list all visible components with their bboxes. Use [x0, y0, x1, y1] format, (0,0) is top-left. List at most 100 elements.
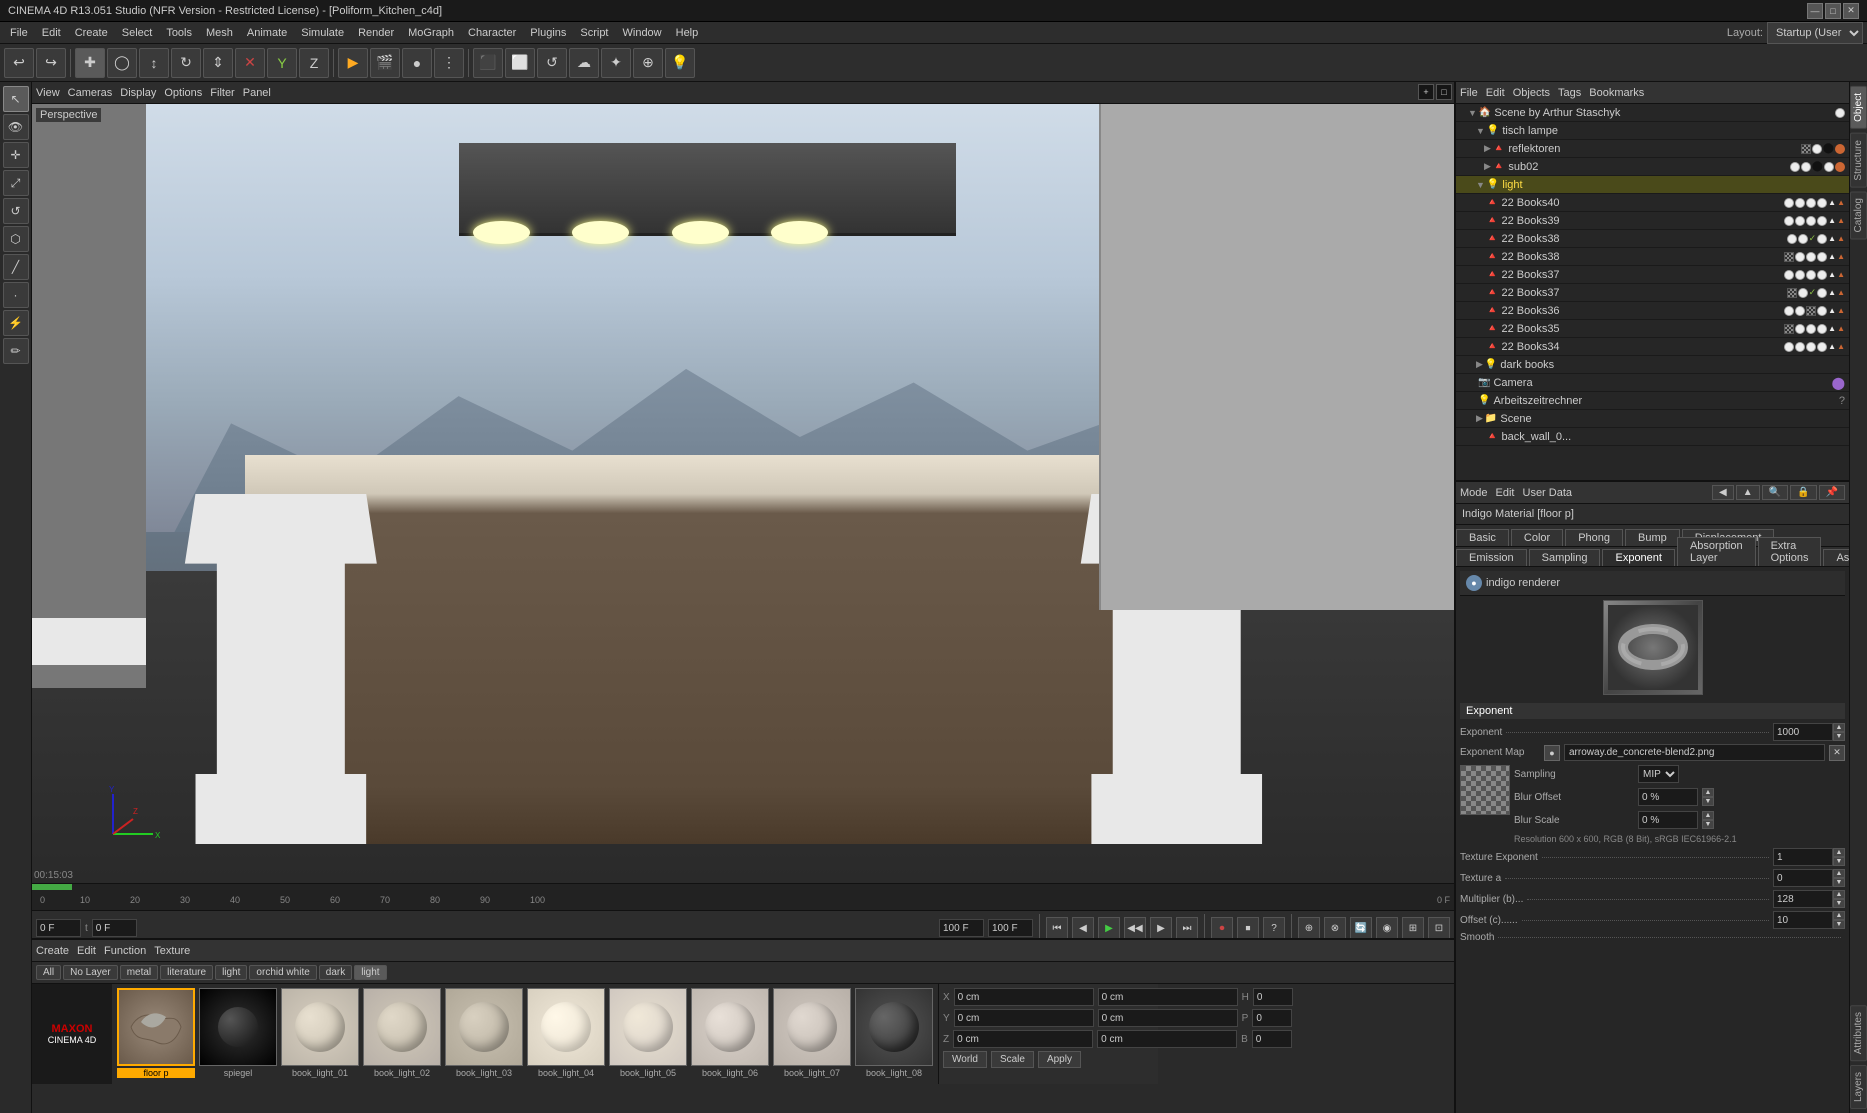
stepper-up[interactable]: ▲ [1833, 723, 1845, 732]
material-item-book-light-08[interactable]: book_light_08 [854, 988, 934, 1080]
obj-btn2[interactable]: ⬜ [505, 48, 535, 78]
texture-a-input[interactable] [1773, 869, 1833, 887]
tab-assign[interactable]: Assign [1823, 549, 1849, 566]
b-input[interactable] [1252, 1030, 1292, 1048]
offset-input[interactable] [1773, 911, 1833, 929]
filter-no-layer[interactable]: No Layer [63, 965, 118, 980]
y-button[interactable]: Y [267, 48, 297, 78]
rotate-button[interactable]: ↻ [171, 48, 201, 78]
z-size-input[interactable] [1097, 1030, 1237, 1048]
mat-toolbar-texture[interactable]: Texture [154, 945, 190, 957]
obj-btn4[interactable]: ☁ [569, 48, 599, 78]
filter-metal[interactable]: metal [120, 965, 158, 980]
mat-toolbar-function[interactable]: Function [104, 945, 146, 957]
attr-menu-edit[interactable]: Edit [1496, 487, 1515, 499]
key-button6[interactable]: ⊡ [1428, 917, 1450, 939]
filter-orchid[interactable]: orchid white [249, 965, 316, 980]
viewport-menu-view[interactable]: View [36, 87, 60, 99]
material-item-floor-p[interactable]: floor p [116, 988, 196, 1080]
obj-menu-file[interactable]: File [1460, 87, 1478, 99]
go-start-button[interactable]: ⏮ [1046, 917, 1068, 939]
attr-btn5[interactable]: 📌 [1819, 485, 1845, 500]
obj-menu-objects[interactable]: Objects [1513, 87, 1550, 99]
blur-offset-input[interactable] [1638, 788, 1698, 806]
obj-btn7[interactable]: 💡 [665, 48, 695, 78]
scale-button[interactable]: ⇕ [203, 48, 233, 78]
tab-phong[interactable]: Phong [1565, 529, 1623, 546]
minimize-button[interactable]: — [1807, 3, 1823, 19]
viewport-expand-button[interactable]: + [1418, 84, 1434, 100]
cancel-button[interactable]: ✕ [235, 48, 265, 78]
menu-mesh[interactable]: Mesh [200, 25, 239, 41]
attr-btn3[interactable]: 🔍 [1762, 485, 1788, 500]
obj-row-books37b[interactable]: 🔺 22 Books37 ✓ ▲ ▲ [1456, 284, 1849, 302]
filter-dark[interactable]: dark [319, 965, 352, 980]
obj-btn5[interactable]: ✦ [601, 48, 631, 78]
key-button5[interactable]: ⊞ [1402, 917, 1424, 939]
viewport-menu-panel[interactable]: Panel [243, 87, 271, 99]
x-size-input[interactable] [1098, 988, 1238, 1006]
y-size-input[interactable] [1098, 1009, 1238, 1027]
attr-menu-userdata[interactable]: User Data [1523, 487, 1573, 499]
view-tool[interactable]: 👁 [3, 114, 29, 140]
menu-edit[interactable]: Edit [36, 25, 67, 41]
key-button2[interactable]: ⊗ [1324, 917, 1346, 939]
tab-sampling[interactable]: Sampling [1529, 549, 1601, 566]
obj-btn3[interactable]: ↺ [537, 48, 567, 78]
tab-emission[interactable]: Emission [1456, 549, 1527, 566]
menu-window[interactable]: Window [617, 25, 668, 41]
attr-menu-mode[interactable]: Mode [1460, 487, 1488, 499]
y-pos-input[interactable] [954, 1009, 1094, 1027]
t-frame-input[interactable] [92, 919, 137, 937]
new-object-button[interactable]: ✚ [75, 48, 105, 78]
material-item-book-light-03[interactable]: book_light_03 [444, 988, 524, 1080]
edge-tool[interactable]: ╱ [3, 254, 29, 280]
tab-color[interactable]: Color [1511, 529, 1563, 546]
blur-scale-stepper[interactable]: ▲▼ [1702, 811, 1714, 829]
obj-row-books39[interactable]: 🔺 22 Books39 ▲ ▲ [1456, 212, 1849, 230]
filter-all[interactable]: All [36, 965, 61, 980]
material-item-book-light-04[interactable]: book_light_04 [526, 988, 606, 1080]
multiplier-input[interactable] [1773, 890, 1833, 908]
filter-literature[interactable]: literature [160, 965, 213, 980]
obj-row-books40[interactable]: 🔺 22 Books40 ▲ ▲ [1456, 194, 1849, 212]
obj-row-books35[interactable]: 🔺 22 Books35 ▲ ▲ [1456, 320, 1849, 338]
start-frame-input[interactable] [939, 919, 984, 937]
exponent-map-file-input[interactable] [1564, 744, 1825, 761]
map-link-button[interactable]: ● [1544, 745, 1560, 761]
obj-row-books38a[interactable]: 🔺 22 Books38 ✓ ▲ ▲ [1456, 230, 1849, 248]
viewport-menu-filter[interactable]: Filter [210, 87, 234, 99]
obj-row-camera[interactable]: 📷 Camera ⬤ [1456, 374, 1849, 392]
z-button[interactable]: Z [299, 48, 329, 78]
go-end-button[interactable]: ⏭ [1176, 917, 1198, 939]
z-pos-input[interactable] [953, 1030, 1093, 1048]
viewport-maximize-button[interactable]: □ [1436, 84, 1452, 100]
side-tab-layers[interactable]: Layers [1850, 1065, 1867, 1109]
attr-btn1[interactable]: ◀ [1712, 485, 1734, 500]
poly-tool[interactable]: ⬡ [3, 226, 29, 252]
point-tool[interactable]: · [3, 282, 29, 308]
key-button3[interactable]: 🔄 [1350, 917, 1372, 939]
tab-absorption[interactable]: Absorption Layer [1677, 537, 1756, 566]
stepper-down[interactable]: ▼ [1833, 732, 1845, 741]
stop-button[interactable]: ⏹ [1237, 917, 1259, 939]
obj-row-tischlampe[interactable]: ▼ 💡 tisch lampe [1456, 122, 1849, 140]
obj-btn6[interactable]: ⊕ [633, 48, 663, 78]
map-clear-button[interactable]: ✕ [1829, 745, 1845, 761]
obj-row-back-wall[interactable]: 🔺 back_wall_0... [1456, 428, 1849, 446]
obj-menu-edit[interactable]: Edit [1486, 87, 1505, 99]
tab-bump[interactable]: Bump [1625, 529, 1680, 546]
side-tab-attributes[interactable]: Attributes [1850, 1005, 1867, 1061]
material-item-book-light-02[interactable]: book_light_02 [362, 988, 442, 1080]
scale-tool[interactable]: ⤢ [3, 170, 29, 196]
menu-render[interactable]: Render [352, 25, 400, 41]
tab-extra-options[interactable]: Extra Options [1758, 537, 1822, 566]
menu-plugins[interactable]: Plugins [524, 25, 572, 41]
timeline-ruler[interactable]: 0 10 20 30 40 50 60 70 80 90 100 0 F [32, 890, 1454, 910]
obj-row-dark-books[interactable]: ▶ 💡 dark books [1456, 356, 1849, 374]
side-tab-catalog[interactable]: Catalog [1850, 191, 1867, 239]
restore-button[interactable]: □ [1825, 3, 1841, 19]
texture-exponent-input[interactable] [1773, 848, 1833, 866]
menu-animate[interactable]: Animate [241, 25, 293, 41]
apply-button[interactable]: Apply [1038, 1051, 1081, 1068]
